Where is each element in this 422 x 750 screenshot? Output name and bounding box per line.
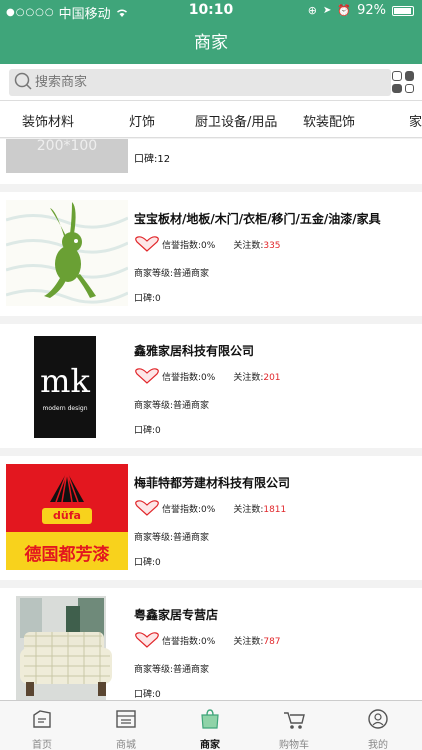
profile-icon xyxy=(368,709,388,729)
category-tabs: 装饰材料 灯饰 厨卫设备/用品 软装配饰 家 xyxy=(0,100,422,138)
merchant-title: 鑫雅家居科技有限公司 xyxy=(134,344,255,358)
logo-subtext: 德国都芳漆 xyxy=(24,545,110,565)
follow-count: 1811 xyxy=(263,504,287,515)
reputation-text: 口碑:0 xyxy=(134,426,161,436)
page-title: 商家 xyxy=(194,33,228,53)
heart-icon xyxy=(135,500,159,516)
list-item[interactable]: mk modern design 鑫雅家居科技有限公司 信誉指数:0% 关注数:… xyxy=(0,324,422,448)
tab-label: 购物车 xyxy=(279,740,309,750)
merchant-level: 商家等级:普通商家 xyxy=(134,665,210,675)
tab-profile[interactable]: 我的 xyxy=(336,701,420,750)
list-item[interactable]: 粤鑫家居专营店 信誉指数:0% 关注数:787 商家等级:普通商家 口碑:0 xyxy=(0,588,422,700)
battery-percent: 92% xyxy=(357,3,386,18)
placeholder-image: 200*100 xyxy=(6,139,128,173)
credit-index: 信誉指数:0% xyxy=(162,504,216,515)
tab-merchants[interactable]: 商家 xyxy=(168,701,252,750)
status-bar: ●○○○○ 中国移动 10:10 ⊕ ➤ ⏰ 92% xyxy=(0,0,422,22)
merchant-title: 梅菲特都芳建材科技有限公司 xyxy=(134,476,291,490)
tab-cart[interactable]: 购物车 xyxy=(252,701,336,750)
logo-subtext: modern design xyxy=(42,405,88,412)
follow-count: 335 xyxy=(263,240,281,251)
tab-mall[interactable]: 商城 xyxy=(84,701,168,750)
credit-index: 信誉指数:0% xyxy=(162,372,216,383)
merchant-logo xyxy=(6,200,128,306)
reputation-text: 口碑:0 xyxy=(134,690,161,700)
merchant-list: 200*100 口碑:12 宝宝板材/地板/木门/衣柜/移门/五金/油漆/家具 … xyxy=(0,139,422,700)
alarm-icon: ⏰ xyxy=(337,4,352,17)
list-item[interactable]: 宝宝板材/地板/木门/衣柜/移门/五金/油漆/家具 信誉指数:0% 关注数:33… xyxy=(0,192,422,316)
follow-label: 关注数: xyxy=(233,372,264,383)
merchant-title: 粤鑫家居专营店 xyxy=(134,608,219,622)
home-icon xyxy=(33,710,51,728)
merchant-level: 商家等级:普通商家 xyxy=(134,533,210,543)
sofa-image xyxy=(16,596,112,700)
bag-icon xyxy=(201,709,219,729)
reputation-text: 口碑:0 xyxy=(134,294,161,304)
tab-label: 商家 xyxy=(200,740,220,750)
search-box[interactable] xyxy=(9,69,391,96)
location-icon: ➤ xyxy=(323,5,332,16)
merchant-level: 商家等级:普通商家 xyxy=(134,401,210,411)
follow-label: 关注数: xyxy=(233,240,264,251)
logo-text: düfa xyxy=(42,508,92,524)
list-item[interactable]: 200*100 口碑:12 xyxy=(0,139,422,184)
merchant-logo: düfa 德国都芳漆 xyxy=(6,464,128,570)
tab-label: 首页 xyxy=(32,740,52,750)
cart-icon xyxy=(284,712,305,729)
search-row xyxy=(0,64,422,100)
reputation-text: 口碑:0 xyxy=(134,558,161,568)
list-item[interactable]: düfa 德国都芳漆 梅菲特都芳建材科技有限公司 信誉指数:0% 关注数:181… xyxy=(0,456,422,580)
category-tab[interactable]: 灯饰 xyxy=(129,111,155,130)
rotation-lock-icon: ⊕ xyxy=(307,4,317,17)
follow-label: 关注数: xyxy=(233,636,264,647)
battery-icon xyxy=(392,5,414,16)
nav-bar: 商家 xyxy=(0,22,422,64)
heart-icon xyxy=(135,368,159,384)
search-input[interactable] xyxy=(35,69,385,96)
heart-icon xyxy=(135,632,159,648)
merchant-title: 宝宝板材/地板/木门/衣柜/移门/五金/油漆/家具 xyxy=(134,212,381,226)
follow-count: 787 xyxy=(263,636,281,647)
tab-label: 我的 xyxy=(368,740,388,750)
tab-home[interactable]: 首页 xyxy=(0,701,84,750)
credit-index: 信誉指数:0% xyxy=(162,636,216,647)
rabbit-logo xyxy=(6,202,128,304)
follow-label: 关注数: xyxy=(233,504,264,515)
category-tab[interactable]: 厨卫设备/用品 xyxy=(195,111,277,130)
credit-index: 信誉指数:0% xyxy=(162,240,216,251)
category-tab[interactable]: 软装配饰 xyxy=(303,111,355,130)
category-tab[interactable]: 家 xyxy=(409,111,422,130)
reputation-text: 口碑:12 xyxy=(134,154,171,165)
tab-label: 商城 xyxy=(116,740,136,750)
merchant-photo xyxy=(6,596,128,700)
merchant-level: 商家等级:普通商家 xyxy=(134,269,210,279)
tab-bar: 首页 商城 商家 购物车 我的 xyxy=(0,700,422,750)
mall-icon xyxy=(116,710,136,728)
category-tab[interactable]: 装饰材料 xyxy=(22,111,74,130)
grid-view-icon[interactable] xyxy=(392,71,414,93)
logo-text: mk xyxy=(40,362,90,400)
search-icon xyxy=(14,72,32,90)
follow-count: 201 xyxy=(263,372,281,383)
heart-icon xyxy=(135,236,159,252)
merchant-logo: mk modern design xyxy=(6,332,128,438)
